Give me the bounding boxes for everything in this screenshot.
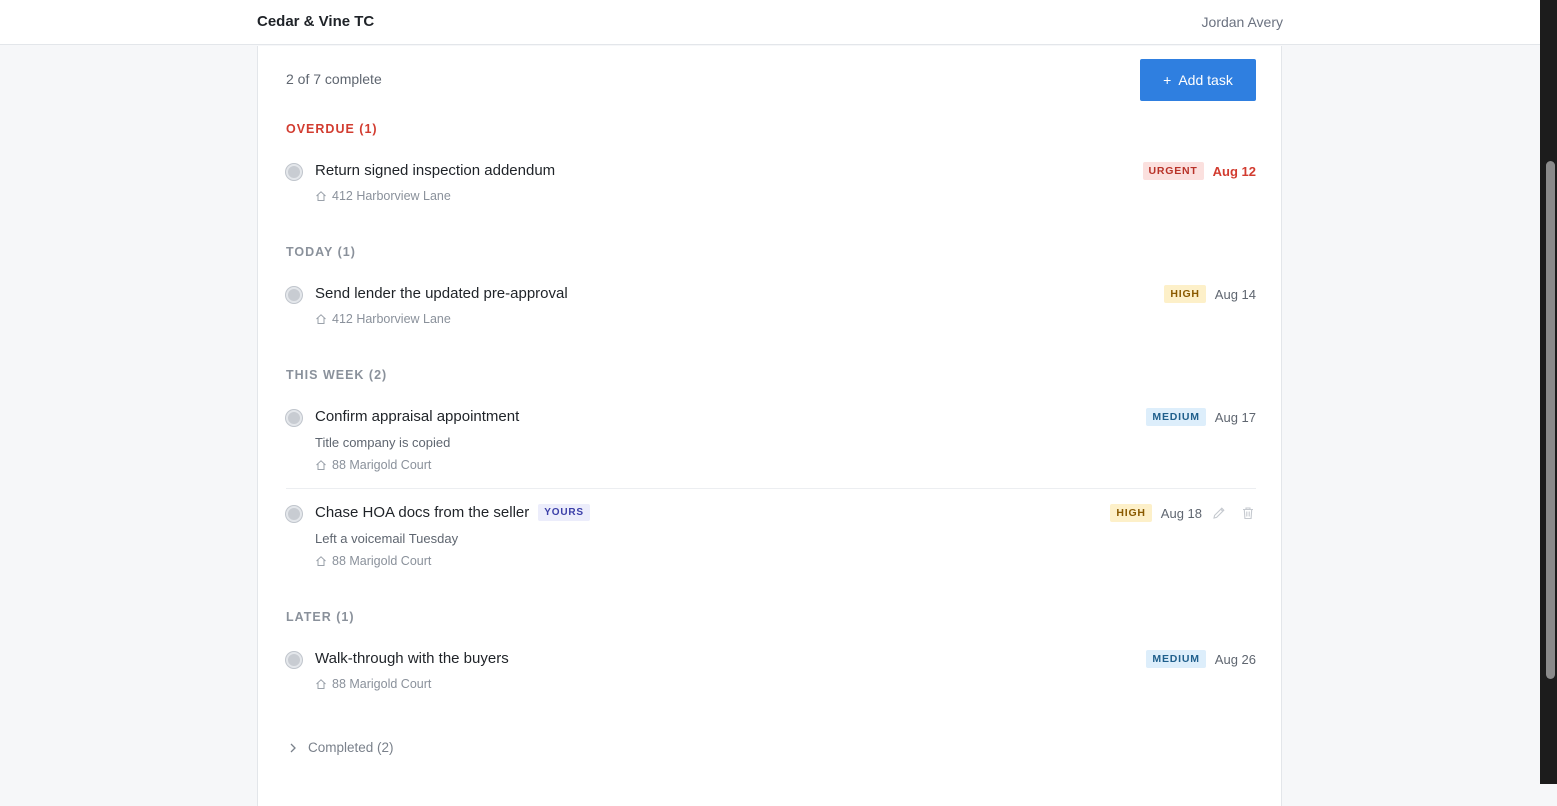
due-date: Aug 26 (1214, 651, 1256, 667)
due-date: Aug 12 (1212, 163, 1256, 179)
due-date: Aug 17 (1214, 409, 1256, 425)
task-meta: HIGH Aug 14 (1164, 285, 1256, 303)
task-meta: MEDIUM Aug 17 (1146, 408, 1256, 426)
brand-name[interactable]: Cedar & Vine TC (257, 13, 374, 30)
task-address-text: 412 Harborview Lane (332, 312, 451, 326)
task-title[interactable]: Return signed inspection addendum (315, 162, 555, 179)
section-header-later: LATER (1) (286, 610, 355, 624)
completed-toggle[interactable]: Completed (2) (288, 740, 394, 755)
chevron-right-icon (290, 743, 296, 752)
priority-badge: MEDIUM (1146, 650, 1206, 668)
task-checkbox[interactable] (286, 506, 302, 522)
task-checkbox[interactable] (286, 410, 302, 426)
house-icon (316, 191, 326, 201)
section-header-overdue: OVERDUE (1) (286, 122, 378, 136)
house-icon (316, 460, 326, 470)
task-card: 2 of 7 complete + Add task OVERDUE (1) R… (257, 46, 1282, 806)
yours-tag: YOURS (538, 504, 590, 521)
task-checkbox[interactable] (286, 164, 302, 180)
task-meta: MEDIUM Aug 26 (1146, 650, 1256, 668)
task-address: 88 Marigold Court (315, 554, 431, 568)
task-title[interactable]: Walk-through with the buyers (315, 650, 509, 667)
task-address-text: 88 Marigold Court (332, 554, 432, 568)
task-title-text: Chase HOA docs from the seller (315, 504, 530, 521)
house-icon (316, 679, 326, 689)
task-checkbox[interactable] (286, 287, 302, 303)
priority-badge: URGENT (1142, 162, 1204, 180)
task-address: 88 Marigold Court (315, 458, 431, 472)
trash-icon[interactable] (1240, 505, 1256, 521)
add-task-label: Add task (1178, 72, 1233, 88)
task-title[interactable]: Chase HOA docs from the seller YOURS (315, 504, 590, 521)
user-name[interactable]: Jordan Avery (1202, 14, 1283, 30)
completed-toggle-label: Completed (2) (308, 740, 394, 755)
task-address-text: 88 Marigold Court (332, 677, 432, 691)
add-task-button[interactable]: + Add task (1140, 59, 1256, 101)
section-header-this-week: THIS WEEK (2) (286, 368, 388, 382)
task-address: 412 Harborview Lane (315, 189, 451, 203)
task-address-text: 88 Marigold Court (332, 458, 432, 472)
task-address: 88 Marigold Court (315, 677, 431, 691)
house-icon (316, 314, 326, 324)
row-divider (286, 488, 1256, 489)
task-checkbox[interactable] (286, 652, 302, 668)
task-note: Left a voicemail Tuesday (315, 531, 459, 546)
priority-badge: HIGH (1164, 285, 1206, 303)
house-icon (316, 556, 326, 566)
priority-badge: HIGH (1110, 504, 1152, 522)
task-address: 412 Harborview Lane (315, 312, 451, 326)
task-title[interactable]: Confirm appraisal appointment (315, 408, 519, 425)
task-meta: URGENT Aug 12 (1142, 162, 1256, 180)
task-address-text: 412 Harborview Lane (332, 189, 451, 203)
due-date: Aug 14 (1214, 286, 1256, 302)
scrollbar-thumb[interactable] (1546, 161, 1555, 679)
top-bar: Cedar & Vine TC Jordan Avery (0, 0, 1540, 45)
section-header-today: TODAY (1) (286, 245, 356, 259)
task-note: Title company is copied (315, 435, 451, 450)
plus-icon: + (1163, 72, 1172, 88)
task-title[interactable]: Send lender the updated pre-approval (315, 285, 568, 302)
progress-text: 2 of 7 complete (286, 71, 382, 87)
task-meta: HIGH Aug 18 (1110, 504, 1256, 522)
pencil-icon[interactable] (1211, 505, 1227, 521)
priority-badge: MEDIUM (1146, 408, 1206, 426)
due-date: Aug 18 (1160, 505, 1202, 521)
